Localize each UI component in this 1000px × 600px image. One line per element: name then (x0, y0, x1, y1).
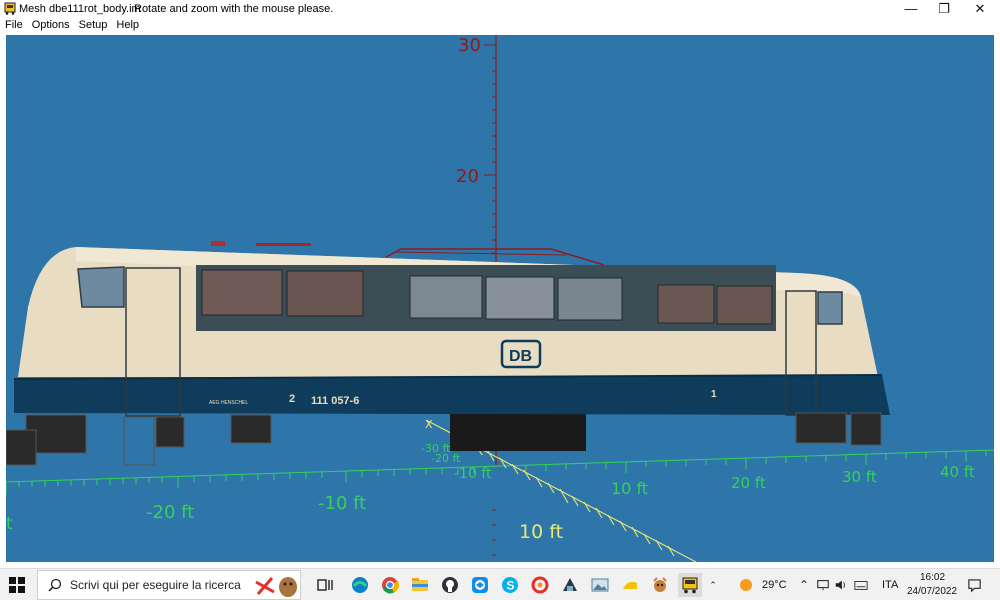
windows-start-icon[interactable] (9, 577, 25, 593)
axis-label-30: 30 (458, 35, 481, 56)
network-icon[interactable] (815, 577, 831, 593)
app-locomotive-icon (4, 2, 16, 15)
menu-file[interactable]: File (0, 17, 27, 34)
ground-label-30: 30 ft (842, 468, 877, 486)
maker-label: AEG HENSCHEL (209, 400, 248, 406)
menu-bar: File Options Setup Help (0, 17, 1000, 34)
search-placeholder: Scrivi qui per eseguire la ricerca (70, 578, 241, 592)
github-icon[interactable] (438, 573, 462, 597)
app-red-icon[interactable] (528, 573, 552, 597)
skype-icon[interactable]: S (498, 573, 522, 597)
task-view-icon[interactable] (313, 573, 337, 597)
menu-setup[interactable]: Setup (74, 17, 112, 34)
weather-temperature[interactable]: 29°C (762, 579, 787, 591)
loco-number: 111 057-6 (311, 395, 359, 407)
app-overflow-icon[interactable]: ⌃ (705, 577, 721, 593)
3d-viewport[interactable]: 30 20 t -20 ft -10 ft 10 ft 20 ft 30 ft … (6, 35, 994, 562)
search-icon (48, 578, 62, 592)
clock-date[interactable]: 24/07/2022 (907, 586, 957, 597)
cab-number-1: 1 (711, 389, 717, 400)
ground-label-20: 20 ft (731, 474, 766, 492)
axis-label-20: 20 (456, 166, 479, 187)
edge-icon[interactable] (348, 573, 372, 597)
search-highlight-icon (255, 577, 297, 597)
near-label-minus20: -20 ft (431, 452, 461, 465)
app-locomotive-icon[interactable] (678, 573, 702, 597)
ground-label-minus20: -20 ft (146, 502, 194, 523)
svg-text:S: S (507, 579, 515, 593)
window-title: Mesh dbe111rot_body.im (19, 3, 141, 15)
near-label-minus10: -10 ft (454, 466, 492, 482)
app-window: Mesh dbe111rot_body.im Rotate and zoom w… (0, 0, 1000, 568)
axis-letter-x: X (425, 418, 433, 431)
teamviewer-icon[interactable] (468, 573, 492, 597)
taskbar: Scrivi qui per eseguire la ricerca S ⌃ 2… (0, 568, 1000, 600)
app-yellow-icon[interactable] (618, 573, 642, 597)
window-hint: Rotate and zoom with the mouse please. (134, 3, 334, 15)
app-dark-icon[interactable] (558, 573, 582, 597)
restore-button[interactable]: ❐ (926, 0, 962, 17)
minimize-button[interactable]: — (893, 0, 929, 17)
close-button[interactable]: ✕ (962, 0, 998, 17)
ground-label-40: 40 ft (940, 463, 975, 481)
file-explorer-icon[interactable] (408, 573, 432, 597)
db-logo: DB (509, 348, 532, 365)
taskbar-search-box[interactable]: Scrivi qui per eseguire la ricerca (37, 570, 301, 600)
chrome-icon[interactable] (378, 573, 402, 597)
ground-label-10: 10 ft (611, 479, 648, 498)
ground-label-t: t (6, 514, 13, 534)
volume-icon[interactable] (833, 577, 849, 593)
keyboard-icon[interactable] (853, 577, 869, 593)
show-hidden-icons[interactable]: ⌃ (796, 577, 812, 593)
weather-sun-icon (738, 577, 754, 593)
language-indicator[interactable]: ITA (882, 579, 898, 591)
notification-icon[interactable] (966, 577, 982, 593)
photos-icon[interactable] (588, 573, 612, 597)
depth-label-10: 10 ft (519, 521, 563, 543)
cab-number-2: 2 (289, 393, 295, 405)
menu-help[interactable]: Help (111, 17, 143, 34)
title-bar: Mesh dbe111rot_body.im Rotate and zoom w… (0, 0, 1000, 17)
menu-options[interactable]: Options (27, 17, 74, 34)
clock-time[interactable]: 16:02 (920, 572, 945, 583)
app-brown-icon[interactable] (648, 573, 672, 597)
ground-label-minus10: -10 ft (318, 493, 366, 514)
